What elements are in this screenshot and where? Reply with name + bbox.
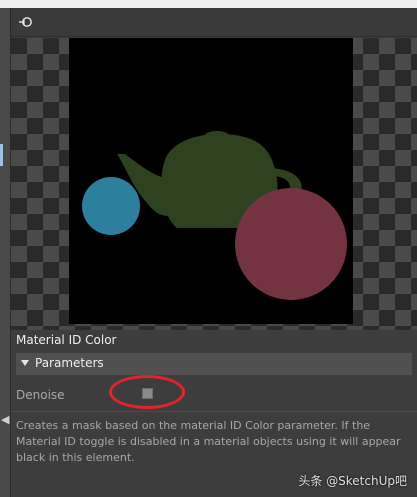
element-panel: Material ID Color Parameters Denoise Cre… xyxy=(11,8,417,497)
window-top-strip xyxy=(0,0,417,8)
panel-header xyxy=(11,8,417,37)
left-dock-marker xyxy=(0,144,3,166)
description-text: Creates a mask based on the material ID … xyxy=(16,419,401,464)
node-title: Material ID Color xyxy=(16,333,117,347)
highlight-circle-annotation xyxy=(109,375,185,409)
blue-sphere xyxy=(82,177,140,235)
parameters-section-header[interactable]: Parameters xyxy=(16,353,412,375)
collapse-arrow-icon[interactable]: ◀ xyxy=(1,413,9,427)
expand-triangle-icon[interactable] xyxy=(21,360,29,366)
divider xyxy=(11,411,417,412)
left-dock-strip: ◀ xyxy=(0,8,11,497)
red-sphere xyxy=(235,188,347,300)
render-preview xyxy=(11,38,417,330)
render-image xyxy=(69,38,353,324)
watermark: 头条 @SketchUp吧 xyxy=(298,474,407,488)
parameters-label: Parameters xyxy=(35,356,104,370)
node-graph-icon[interactable] xyxy=(18,14,34,30)
denoise-label: Denoise xyxy=(16,388,65,402)
